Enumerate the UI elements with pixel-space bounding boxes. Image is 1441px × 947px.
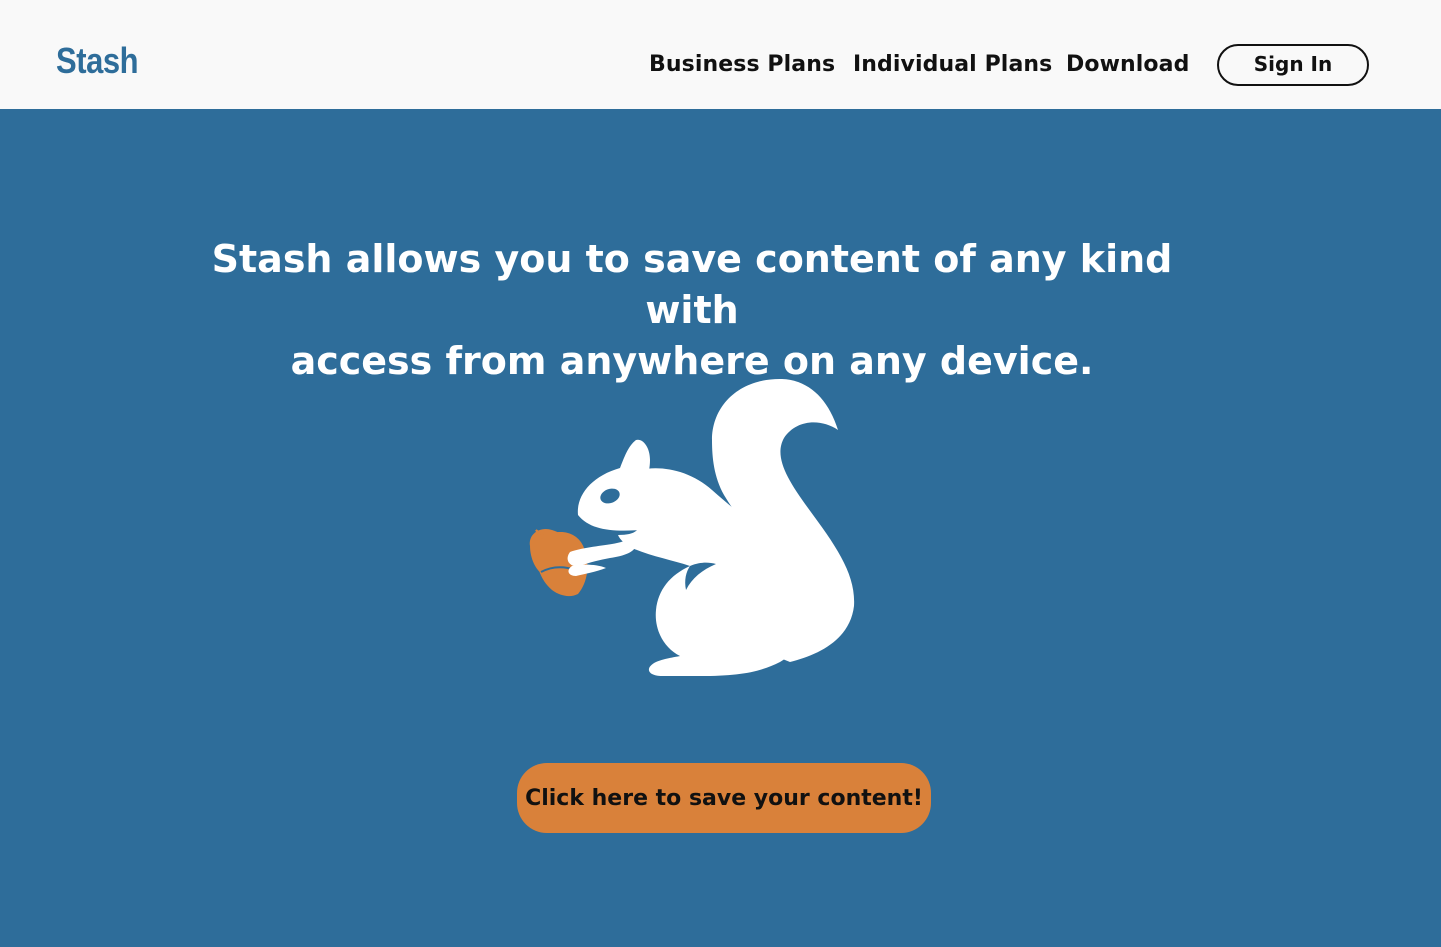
save-content-button[interactable]: Click here to save your content! — [517, 763, 931, 833]
hero-headline-line-1: Stash allows you to save content of any … — [211, 237, 1173, 332]
sign-in-button[interactable]: Sign In — [1217, 44, 1369, 86]
nav-individual-plans[interactable]: Individual Plans — [853, 52, 1052, 77]
hero-headline: Stash allows you to save content of any … — [170, 234, 1214, 387]
nav-business-plans[interactable]: Business Plans — [649, 52, 835, 77]
site-header: Stash Business Plans Individual Plans Do… — [0, 0, 1441, 109]
nav-download[interactable]: Download — [1066, 52, 1189, 77]
stash-logo[interactable]: Stash — [56, 40, 139, 82]
squirrel-with-acorn-icon — [529, 378, 855, 676]
